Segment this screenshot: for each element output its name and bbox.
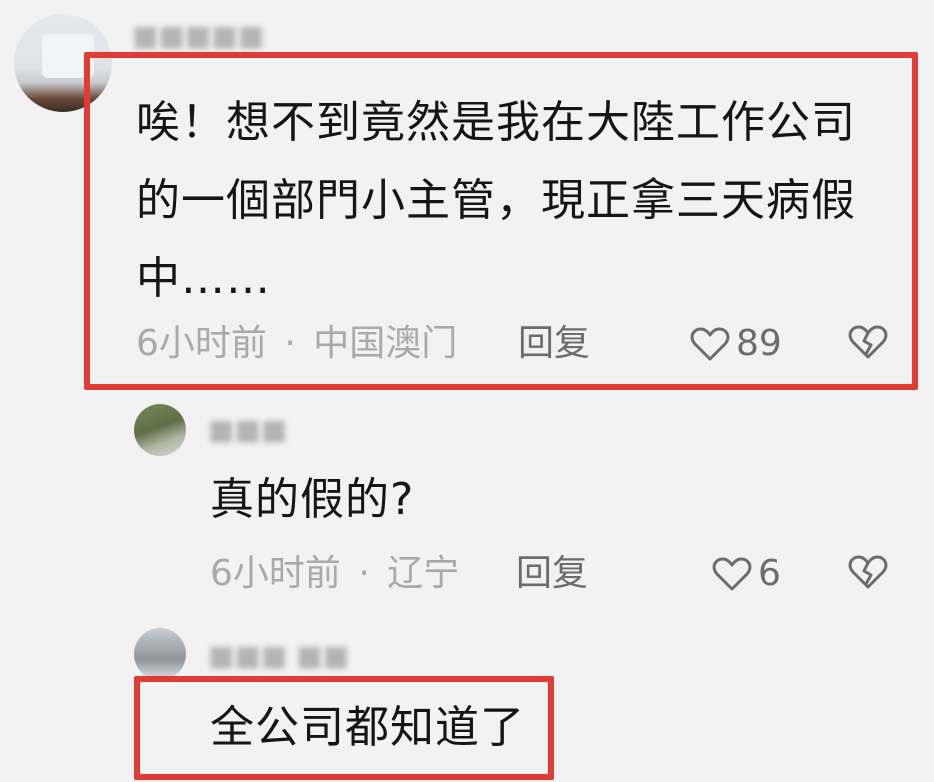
comment-username[interactable]: ■■■ xyxy=(208,414,287,446)
comment-meta: 6小时前 · 中国澳门 xyxy=(136,322,457,366)
comment-username[interactable]: ■■■■■ xyxy=(132,20,264,52)
comment-location: 辽宁 xyxy=(387,553,460,594)
like-button[interactable]: 6 xyxy=(712,552,781,596)
avatar[interactable] xyxy=(134,628,186,680)
heart-outline-icon xyxy=(712,557,752,591)
comment-location: 中国澳门 xyxy=(313,323,458,364)
broken-heart-icon xyxy=(848,555,888,589)
reply-button[interactable]: 回复 xyxy=(516,552,588,596)
avatar[interactable] xyxy=(134,404,186,456)
like-count: 89 xyxy=(736,323,782,364)
like-button[interactable]: 89 xyxy=(690,322,782,366)
comment-username[interactable]: ■■■ ■■ xyxy=(208,640,349,672)
comment-time: 6小时前 xyxy=(210,553,341,594)
comment-text: 真的假的? xyxy=(210,474,415,525)
comment-meta: 6小时前 · 辽宁 xyxy=(210,552,459,596)
comment-text: 唉！想不到竟然是我在大陸工作公司的一個部門小主管，現正拿三天病假中…… xyxy=(136,97,856,304)
meta-separator: · xyxy=(284,323,296,364)
like-count: 6 xyxy=(758,553,781,594)
comment-time: 6小时前 xyxy=(136,323,267,364)
comment-text: 全公司都知道了 xyxy=(210,702,525,753)
reply-button[interactable]: 回复 xyxy=(518,322,590,366)
heart-outline-icon xyxy=(690,327,730,361)
dislike-button[interactable] xyxy=(848,324,888,364)
dislike-button[interactable] xyxy=(848,554,888,594)
meta-separator: · xyxy=(358,553,370,594)
broken-heart-icon xyxy=(848,325,888,359)
